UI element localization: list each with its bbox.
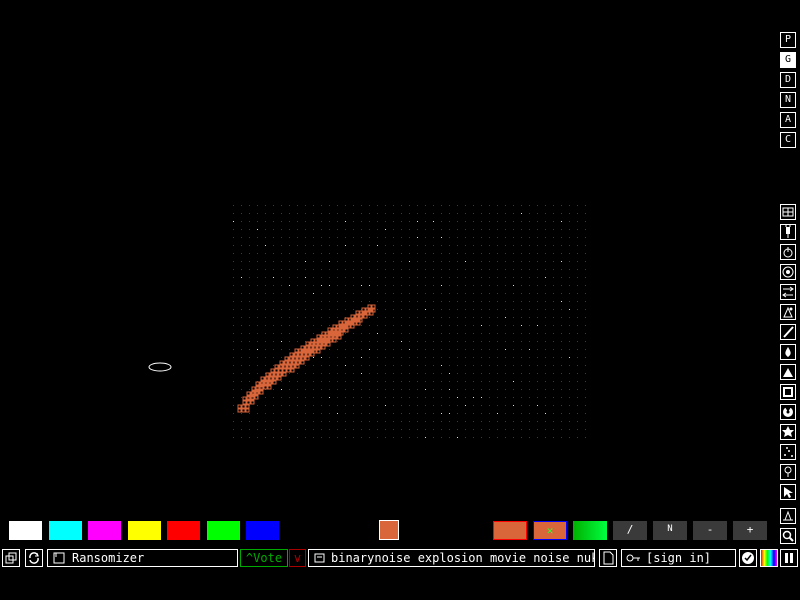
- pause-icon[interactable]: [780, 549, 798, 567]
- category-button-a[interactable]: A: [780, 112, 796, 128]
- color-swatch[interactable]: [246, 521, 279, 540]
- power-icon[interactable]: [780, 244, 796, 260]
- search-icon[interactable]: [780, 528, 796, 544]
- settings-icon[interactable]: [739, 549, 757, 567]
- vote-down-button[interactable]: v: [289, 549, 306, 567]
- favorites-icon[interactable]: [780, 508, 796, 524]
- vote-down-icon: v: [293, 551, 302, 565]
- electronics-icon[interactable]: [780, 224, 796, 240]
- category-button-c[interactable]: C: [780, 132, 796, 148]
- tags-field[interactable]: binarynoise explosion movie noise nuke .…: [308, 549, 595, 567]
- particle-band: [237, 304, 376, 413]
- key-icon: [626, 554, 640, 562]
- particles-icon[interactable]: [780, 444, 796, 460]
- tags-text: binarynoise explosion movie noise nuke .…: [331, 551, 594, 565]
- selected-color-preview: [379, 520, 399, 540]
- clear-button[interactable]: ✕: [533, 521, 567, 540]
- new-save-icon[interactable]: [599, 549, 617, 567]
- vote-label: Vote: [253, 551, 283, 565]
- powders-icon[interactable]: [780, 364, 796, 380]
- login-button[interactable]: [sign in]: [621, 549, 736, 567]
- primary-color-button[interactable]: [493, 521, 527, 540]
- sensors-icon[interactable]: [780, 264, 796, 280]
- color-swatch[interactable]: [127, 521, 161, 540]
- force-icon[interactable]: [780, 284, 796, 300]
- color-swatch[interactable]: [167, 521, 200, 540]
- color-swatch[interactable]: [48, 521, 82, 540]
- open-save-icon[interactable]: [2, 549, 20, 567]
- category-button-n[interactable]: N: [780, 92, 796, 108]
- liquids-icon[interactable]: [780, 344, 796, 360]
- gradient-button[interactable]: [573, 521, 607, 540]
- save-title-field[interactable]: Ransomizer: [47, 549, 238, 567]
- particle-grid: [233, 205, 586, 438]
- life-icon[interactable]: [780, 464, 796, 480]
- user-label: [sign in]: [646, 551, 712, 565]
- plus-tool-button[interactable]: +: [733, 521, 767, 540]
- tools-icon[interactable]: [780, 484, 796, 500]
- simulation-svg: [233, 205, 586, 438]
- nudge-tool-button[interactable]: N: [653, 521, 687, 540]
- minus-tool-button[interactable]: -: [693, 521, 727, 540]
- walls-icon[interactable]: [780, 204, 796, 220]
- simulation-canvas[interactable]: [0, 0, 760, 510]
- color-swatch[interactable]: [206, 521, 240, 540]
- line-tool-button[interactable]: /: [613, 521, 647, 540]
- color-swatch[interactable]: [9, 521, 42, 540]
- category-button-d[interactable]: D: [780, 72, 796, 88]
- special-icon[interactable]: [780, 424, 796, 440]
- color-swatch[interactable]: [88, 521, 121, 540]
- radioactive-icon[interactable]: [780, 404, 796, 420]
- solids-icon[interactable]: [780, 384, 796, 400]
- category-button-p[interactable]: P: [780, 32, 796, 48]
- save-title: Ransomizer: [72, 551, 145, 565]
- explosives-icon[interactable]: [780, 304, 796, 320]
- category-button-g[interactable]: G: [780, 52, 796, 68]
- gases-icon[interactable]: [780, 324, 796, 340]
- save-icon: [53, 552, 65, 564]
- tag-icon: [314, 553, 325, 563]
- display-mode-icon[interactable]: [760, 549, 778, 567]
- vote-up-button[interactable]: ^Vote: [240, 549, 288, 567]
- reload-icon[interactable]: [25, 549, 43, 567]
